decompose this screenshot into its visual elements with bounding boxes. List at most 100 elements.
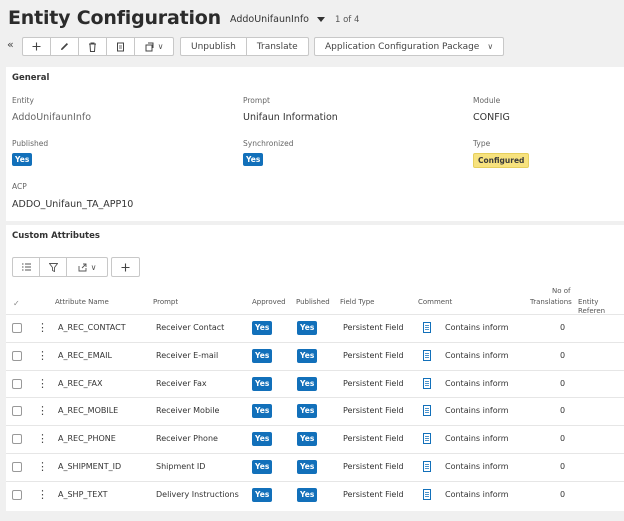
col-header-prompt[interactable]: Prompt (153, 298, 178, 307)
comment-cell: Contains inform (445, 323, 509, 332)
type-label: Type (473, 139, 491, 148)
document-icon[interactable] (423, 461, 431, 472)
module-label: Module (473, 96, 501, 105)
approved-badge: Yes (252, 348, 273, 363)
col-header-approved[interactable]: Approved (252, 298, 286, 307)
module-value: CONFIG (473, 112, 510, 123)
document-icon[interactable] (423, 322, 431, 333)
published-badge: Yes (297, 404, 318, 419)
translations-cell: 0 (560, 489, 566, 499)
row-menu-icon[interactable]: ⋮ (37, 404, 48, 418)
entity-label: Entity (12, 96, 34, 105)
attribute-name-cell: A_REC_PHONE (58, 434, 116, 444)
edit-button[interactable] (51, 38, 79, 55)
acp-dropdown[interactable]: Application Configuration Package ∨ (314, 37, 505, 56)
table-row[interactable]: ⋮ A_REC_EMAIL Receiver E-mail Yes Yes Persist… (6, 341, 624, 370)
section-title-general: General (12, 73, 50, 83)
filter-button[interactable] (40, 258, 67, 276)
list-icon (21, 263, 31, 271)
col-header-comment[interactable]: Comment (418, 298, 452, 307)
col-header-field-type[interactable]: Field Type (340, 298, 374, 307)
table-row[interactable]: ⋮ A_REC_FAX Receiver Fax Yes Yes Persistent F… (6, 369, 624, 398)
general-section: General Entity AddoUnifaunInfo Prompt Un… (6, 67, 624, 221)
document-icon[interactable] (423, 377, 431, 389)
row-menu-icon[interactable]: ⋮ (37, 349, 48, 363)
row-menu-icon[interactable]: ⋮ (37, 377, 48, 391)
column-chooser-button[interactable] (13, 258, 40, 276)
prompt-cell: Receiver E-mail (156, 350, 219, 360)
attribute-name-cell: A_REC_FAX (58, 378, 103, 388)
published-badge: Yes (297, 460, 318, 474)
table-row[interactable]: ⋮ A_SHIPMENT_ID Shipment ID Yes Yes Persisten… (6, 453, 624, 481)
attribute-name-cell: A_REC_CONTACT (58, 323, 126, 332)
col-header-translations[interactable]: Translations (530, 298, 572, 307)
page-header: Entity Configuration AddoUnifaunInfo 1 o… (8, 5, 359, 31)
row-checkbox[interactable] (12, 406, 22, 417)
document-icon[interactable] (423, 349, 431, 361)
row-checkbox[interactable] (12, 462, 22, 472)
table-row[interactable]: ⋮ A_REC_CONTACT Receiver Contact Yes Yes Pers… (6, 314, 624, 342)
unpublish-button[interactable]: Unpublish (181, 38, 247, 55)
record-selector[interactable]: AddoUnifaunInfo (230, 14, 309, 25)
chevron-down-icon: ∨ (157, 42, 164, 51)
prompt-value: Unifaun Information (243, 112, 338, 123)
trash-icon (89, 42, 96, 52)
delete-button[interactable] (79, 38, 107, 55)
copy-button[interactable] (107, 38, 135, 55)
acp-dropdown-label[interactable]: Application Configuration Package ∨ (315, 38, 503, 55)
translations-cell: 0 (560, 350, 566, 360)
table-row[interactable]: ⋮ A_REC_MOBILE Receiver Mobile Yes Yes Persis… (6, 397, 624, 425)
approved-badge: Yes (252, 404, 273, 419)
translate-button[interactable]: Translate (247, 38, 308, 55)
approved-badge: Yes (252, 460, 273, 474)
translations-cell: 0 (560, 406, 566, 416)
document-icon[interactable] (423, 405, 431, 417)
document-icon[interactable] (423, 488, 431, 500)
approved-badge: Yes (252, 432, 273, 447)
more-actions-dropdown[interactable]: ∨ (135, 38, 173, 55)
row-menu-icon[interactable]: ⋮ (37, 432, 48, 446)
collapse-icon[interactable]: « (7, 38, 14, 51)
record-actions-group: ∨ (22, 37, 174, 56)
approved-badge: Yes (252, 321, 273, 335)
prompt-cell: Receiver Contact (156, 323, 225, 332)
table-row[interactable]: ⋮ A_SHP_TEXT Delivery Instructions Yes Yes Pe… (6, 480, 624, 509)
prompt-cell: Receiver Mobile (156, 406, 220, 416)
section-title-custom-attributes: Custom Attributes (12, 231, 100, 241)
published-badge: Yes (297, 432, 318, 447)
published-badge: Yes (12, 153, 33, 166)
published-badge: Yes (297, 487, 318, 502)
row-checkbox[interactable] (12, 350, 22, 361)
add-attribute-button[interactable] (111, 257, 140, 277)
chevron-down-icon: ∨ (90, 262, 97, 272)
comment-cell: Contains inform (445, 406, 509, 416)
add-button[interactable] (23, 38, 51, 55)
prompt-cell: Receiver Phone (156, 434, 218, 444)
field-type-cell: Persistent Field (343, 434, 404, 444)
row-checkbox[interactable] (12, 323, 22, 333)
caret-down-icon[interactable] (317, 17, 325, 22)
col-header-attribute-name[interactable]: Attribute Name (55, 298, 109, 307)
translations-cell: 0 (560, 462, 566, 471)
comment-cell: Contains inform (445, 378, 509, 388)
row-menu-icon[interactable]: ⋮ (37, 321, 48, 335)
col-header-no-of[interactable]: No of (552, 287, 571, 296)
document-copy-icon (117, 42, 124, 51)
table-row[interactable]: ⋮ A_REC_PHONE Receiver Phone Yes Yes Persiste… (6, 425, 624, 453)
export-dropdown[interactable]: ∨ (67, 258, 107, 276)
row-menu-icon[interactable]: ⋮ (37, 460, 48, 474)
row-checkbox[interactable] (12, 378, 22, 389)
synchronized-label: Synchronized (243, 139, 294, 148)
row-checkbox[interactable] (12, 489, 22, 500)
chevron-down-icon: ∨ (487, 42, 494, 51)
col-header-published[interactable]: Published (296, 298, 330, 307)
document-icon[interactable] (423, 433, 431, 445)
entity-value: AddoUnifaunInfo (12, 112, 92, 123)
select-all-check-icon[interactable]: ✓ (13, 299, 20, 308)
row-checkbox[interactable] (12, 434, 22, 445)
row-menu-icon[interactable]: ⋮ (37, 488, 48, 502)
prompt-cell: Receiver Fax (156, 378, 207, 388)
comment-cell: Contains inform (445, 350, 509, 360)
acp-value: ADDO_Unifaun_TA_APP10 (12, 199, 134, 210)
approved-badge: Yes (252, 376, 273, 391)
